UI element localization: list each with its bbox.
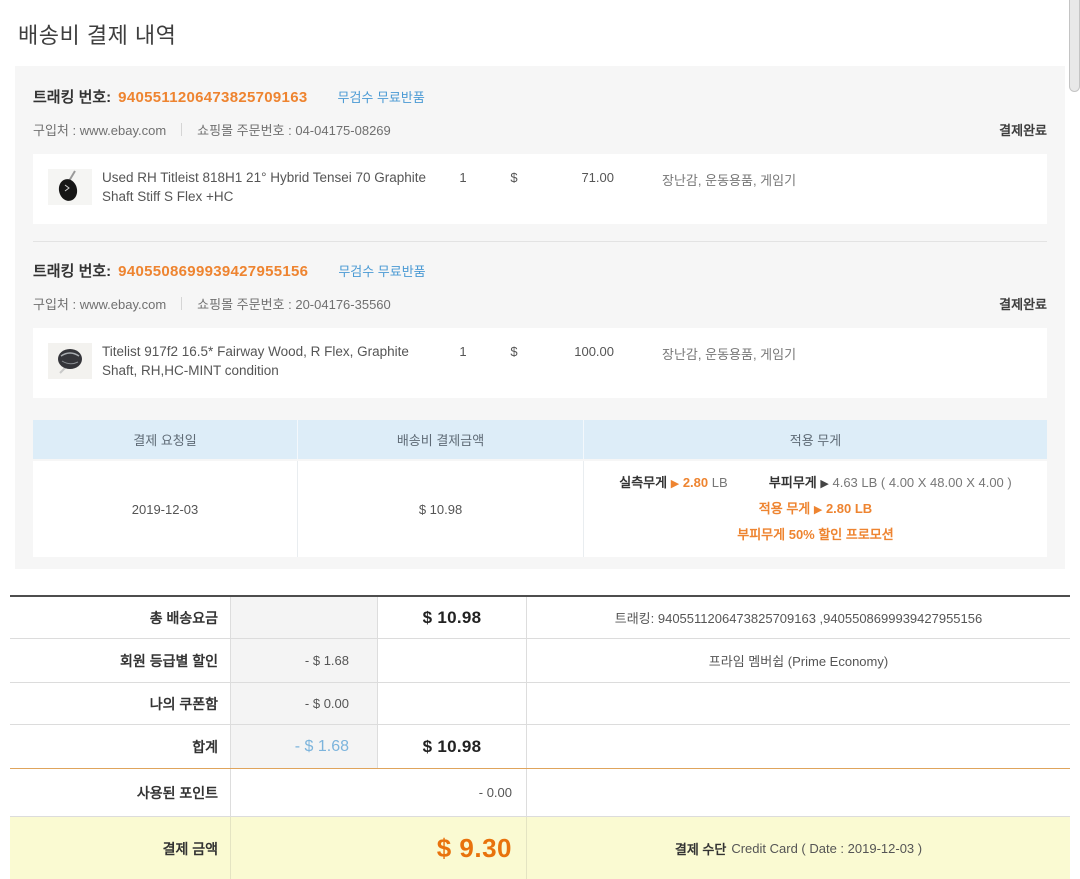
my-coupons-label: 나의 쿠폰함 [10,683,230,724]
payment-amount-label: 결제 금액 [10,817,230,879]
subtotal-note [526,725,1070,768]
row-used-points: 사용된 포인트 - 0.00 [10,769,1070,817]
header-payment-request-date: 결제 요청일 [33,420,297,459]
row-payment-amount: 결제 금액 $ 9.30 결제 수단 Credit Card ( Date : … [10,817,1070,879]
volume-weight-value: 4.63 LB ( 4.00 X 48.00 X 4.00 ) [832,475,1011,490]
product-qty: 1 [434,343,492,359]
applied-weight-value: 2.80 LB [826,501,872,516]
row-my-coupons: 나의 쿠폰함 - $ 0.00 [10,683,1070,725]
shipment-2-info: 구입처 : www.ebay.com 쇼핑몰 주문번호 : 20-04176-3… [33,294,1047,313]
product-row: Titelist 917f2 16.5* Fairway Wood, R Fle… [33,328,1047,398]
product-category: 장난감, 운동용품, 게임기 [662,169,796,189]
subtotal-amount: $ 10.98 [377,725,526,768]
payment-method-label: 결제 수단 [675,839,726,858]
payment-method-cell: 결제 수단 Credit Card ( Date : 2019-12-03 ) [526,817,1070,879]
my-coupons-note [526,683,1070,724]
payment-status-badge: 결제완료 [999,120,1047,139]
payment-status-badge: 결제완료 [999,294,1047,313]
volume-discount-promotion: 부피무게 50% 할인 프로모션 [737,522,893,548]
scrollbar-thumb[interactable] [1069,0,1080,92]
my-coupons-empty-cell [377,683,526,724]
product-name: Used RH Titleist 818H1 21° Hybrid Tensei… [102,169,434,207]
tracking-number-link[interactable]: 9405511206473825709163 [118,89,307,106]
subtotal-label: 합계 [10,725,230,768]
shipping-payment-panel: 트래킹 번호: 9405511206473825709163 무검수 무료반품 … [15,66,1065,569]
payment-weight-table: 결제 요청일 배송비 결제금액 적용 무게 2019-12-03 $ 10.98… [33,420,1047,557]
product-name: Titelist 917f2 16.5* Fairway Wood, R Fle… [102,343,434,381]
member-discount-note: 프라임 멤버쉽 (Prime Economy) [526,639,1070,682]
member-discount-amount: - $ 1.68 [230,639,377,682]
subtotal-discount: - $ 1.68 [230,725,377,768]
payment-method-value: Credit Card ( Date : 2019-12-03 ) [731,841,922,856]
divider [181,123,182,136]
row-subtotal: 합계 - $ 1.68 $ 10.98 [10,725,1070,769]
currency-symbol: $ [492,343,536,359]
section-divider [33,241,1047,242]
member-discount-empty-cell [377,639,526,682]
arrow-icon: ▶ [671,478,679,490]
volume-weight-label: 부피무게 [769,475,817,490]
tracking-number-label: 트래킹 번호: [33,260,111,281]
used-points-amount: - 0.00 [230,769,526,816]
total-shipping-discount-cell [230,597,377,638]
header-applied-weight: 적용 무게 [583,420,1047,459]
member-discount-label: 회원 등급별 할인 [10,639,230,682]
arrow-icon: ▶ [820,478,828,490]
order-number: 쇼핑몰 주문번호 : 20-04176-35560 [197,294,391,313]
shipment-1-info: 구입처 : www.ebay.com 쇼핑몰 주문번호 : 04-04175-0… [33,120,1047,139]
total-shipping-tracking-note: 트래킹: 9405511206473825709163 ,94055086999… [526,597,1070,638]
product-price: 100.00 [536,343,614,359]
divider [181,297,182,310]
header-shipping-amount: 배송비 결제금액 [297,420,583,459]
weight-table-body: 2019-12-03 $ 10.98 실측무게 ▶ 2.80 LB 부피무게 ▶… [33,459,1047,557]
measured-weight-unit: LB [712,475,728,490]
payment-amount-cell: $ 9.30 [230,817,526,879]
arrow-icon: ▶ [814,504,822,516]
weight-line-measured-volume: 실측무게 ▶ 2.80 LB 부피무게 ▶ 4.63 LB ( 4.00 X 4… [619,470,1011,496]
currency-symbol: $ [492,169,536,185]
total-shipping-amount: $ 10.98 [377,597,526,638]
shipping-amount: $ 10.98 [297,461,583,557]
product-price: 71.00 [536,169,614,185]
used-points-label: 사용된 포인트 [10,769,230,816]
shipment-1-header: 트래킹 번호: 9405511206473825709163 무검수 무료반품 [33,86,1047,107]
total-shipping-label: 총 배송요금 [10,597,230,638]
product-image [48,169,92,205]
product-category: 장난감, 운동용품, 게임기 [662,343,796,363]
applied-weight-line: 적용 무게 ▶ 2.80 LB [759,496,872,522]
free-return-link[interactable]: 무검수 무료반품 [337,87,424,106]
applied-weight-label: 적용 무게 [759,501,810,516]
purchase-source: 구입처 : www.ebay.com [33,294,166,313]
product-qty: 1 [434,169,492,185]
order-number: 쇼핑몰 주문번호 : 04-04175-08269 [197,120,391,139]
tracking-number-label: 트래킹 번호: [33,86,111,107]
product-row: Used RH Titleist 818H1 21° Hybrid Tensei… [33,154,1047,224]
purchase-source: 구입처 : www.ebay.com [33,120,166,139]
payment-amount-value: $ 9.30 [437,833,512,864]
shipment-2-header: 트래킹 번호: 9405508699939427955156 무검수 무료반품 [33,260,1047,281]
measured-weight-label: 실측무게 [619,475,667,490]
payment-summary-table: 총 배송요금 $ 10.98 트래킹: 94055112064738257091… [10,595,1070,879]
used-points-note [526,769,1070,816]
tracking-number-link[interactable]: 9405508699939427955156 [118,263,308,280]
applied-weight-details: 실측무게 ▶ 2.80 LB 부피무게 ▶ 4.63 LB ( 4.00 X 4… [583,461,1047,557]
page-title: 배송비 결제 내역 [18,18,1080,50]
my-coupons-amount: - $ 0.00 [230,683,377,724]
free-return-link[interactable]: 무검수 무료반품 [338,261,425,280]
row-total-shipping: 총 배송요금 $ 10.98 트래킹: 94055112064738257091… [10,597,1070,639]
weight-table-header: 결제 요청일 배송비 결제금액 적용 무게 [33,420,1047,459]
product-image [48,343,92,379]
measured-weight-value: 2.80 [683,475,708,490]
payment-request-date: 2019-12-03 [33,461,297,557]
row-member-discount: 회원 등급별 할인 - $ 1.68 프라임 멤버쉽 (Prime Econom… [10,639,1070,683]
